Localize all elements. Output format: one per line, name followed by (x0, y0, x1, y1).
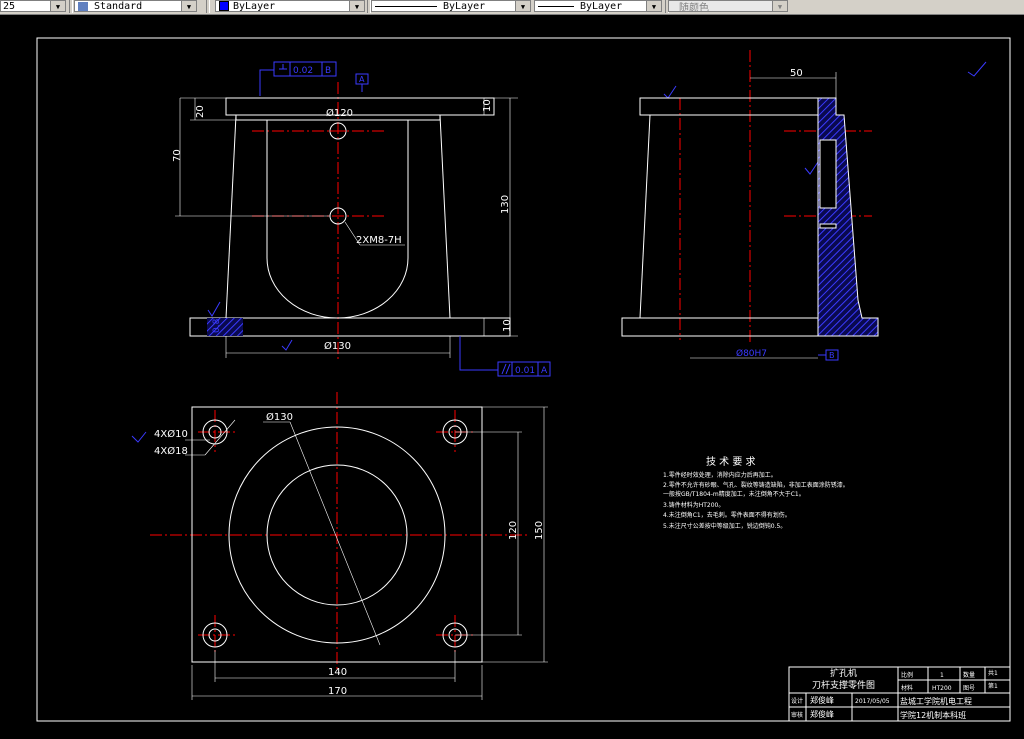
thread-note: 2XM8-7H (356, 235, 402, 246)
scale-value: 1 (940, 672, 944, 679)
roughness-symbol-icon (131, 431, 147, 443)
toolbar-separator (69, 0, 73, 13)
tech-req-line: 5.未注尺寸公差按中等级加工，锐边倒钝0.5。 (663, 522, 786, 530)
dim-bore: Ø80H7 (736, 348, 767, 359)
lineweight-dropdown[interactable]: ByLayer ▼ (534, 0, 662, 12)
front-view: 20 70 Ø120 10 130 2XM8-7H 10 Ø130 (172, 82, 518, 362)
roughness-symbol-icon (281, 339, 293, 351)
tol-parallel-datum: A (541, 366, 548, 376)
linetype-dropdown[interactable]: ByLayer ▼ (371, 0, 531, 12)
part-title-2: 刀杆支撑零件图 (812, 679, 875, 691)
datum-a-label: A (359, 75, 365, 84)
dim-20: 20 (195, 105, 206, 118)
dim-10-top: 10 (482, 99, 493, 112)
technical-requirements: 技 术 要 求 1.零件经时效处理，消除内应力后再加工。 2.零件不允许有砂眼、… (663, 455, 849, 530)
hole-note-2: 4XØ18 (154, 445, 188, 457)
plan-dim-dia130: Ø130 (266, 411, 293, 423)
tech-req-title: 技 术 要 求 (706, 455, 756, 468)
part-title-1: 扩孔机 (830, 667, 857, 679)
color-dropdown[interactable]: ByLayer ▼ (215, 0, 365, 12)
side-view: 50 Ø80H7 B (621, 50, 879, 361)
school-2: 学院12机制本科班 (900, 710, 966, 720)
lineweight-sample-icon (538, 5, 574, 7)
drawing-canvas[interactable]: 20 70 Ø120 10 130 2XM8-7H 10 Ø130 0.02 B… (0, 14, 1024, 739)
roughness-symbol-icon (804, 161, 819, 175)
lineweight-value: ByLayer (580, 0, 623, 12)
drawing-no-label: 图号 (963, 685, 975, 692)
hole-note-1: 4XØ10 (154, 428, 188, 440)
qty-label: 数量 (963, 671, 975, 679)
date: 2017/05/05 (855, 698, 890, 705)
chevron-down-icon[interactable]: ▼ (646, 1, 661, 11)
designer-name: 郑俊峰 (810, 695, 834, 705)
color-value: ByLayer (233, 0, 276, 12)
scale-label: 比例 (901, 671, 913, 679)
roughness-symbol-icon (967, 61, 987, 77)
tech-req-line: 3.铸件材料为HT200。 (663, 501, 724, 509)
dim-10-bottom: 10 (502, 319, 513, 332)
plan-view: 4XØ10 4XØ18 Ø130 120 150 140 170 (131, 392, 548, 700)
material-value: HT200 (932, 685, 952, 692)
text-style-value: 25 (3, 0, 16, 12)
roughness-symbol-icon (207, 301, 221, 317)
tol-parallel-value: 0.01 (515, 366, 535, 376)
plot-style-dropdown[interactable]: 随颜色 ▼ (668, 0, 788, 12)
dim-130-right: 130 (500, 195, 511, 214)
dim-dia120: Ø120 (326, 107, 353, 119)
material-label: 材料 (901, 684, 913, 692)
plot-style-value: 随颜色 (679, 2, 709, 12)
tech-req-line: 一般按GB/T1804-m精度加工，未注倒角不大于C1。 (663, 490, 805, 498)
section-hatch (817, 97, 879, 337)
dim-dia130: Ø130 (324, 340, 351, 352)
dim-style-value: Standard (94, 0, 143, 12)
dim-150: 150 (534, 521, 545, 540)
tech-req-line: 2.零件不允许有砂眼、气孔、裂纹等铸造缺陷，非加工表面涂防锈漆。 (663, 481, 849, 489)
dim-50: 50 (790, 68, 803, 79)
tech-req-line: 4.未注倒角C1，去毛刺。零件表面不得有划伤。 (663, 511, 791, 519)
sheet-no: 第1 (988, 682, 998, 690)
chevron-down-icon[interactable]: ▼ (515, 1, 530, 11)
properties-toolbar: 25 ▼ Standard ▼ ByLayer ▼ ByLayer ▼ ByLa… (0, 0, 1024, 15)
dim-170: 170 (328, 686, 347, 697)
dimension-style-icon (78, 1, 88, 11)
dim-140: 140 (328, 667, 347, 678)
tol-flat-value: 0.02 (293, 66, 313, 76)
linetype-sample-icon (375, 5, 437, 7)
dim-120: 120 (508, 521, 519, 540)
checker-name: 郑俊峰 (810, 709, 834, 719)
roughness-symbol-icon (663, 85, 677, 99)
chevron-down-icon[interactable]: ▼ (50, 1, 65, 11)
toolbar-separator (206, 0, 210, 13)
dim-70: 70 (172, 149, 183, 162)
chevron-down-icon[interactable]: ▼ (181, 1, 196, 11)
checker-label: 审核 (791, 711, 803, 719)
title-block: 扩孔机 刀杆支撑零件图 比例 1 数量 共1 材料 HT200 图号 第1 设计… (788, 666, 1011, 722)
linetype-value: ByLayer (443, 0, 486, 12)
roughness-left: 0.8 (212, 318, 222, 333)
dim-style-dropdown[interactable]: Standard ▼ (74, 0, 197, 12)
designer-label: 设计 (791, 697, 803, 705)
chevron-down-icon[interactable]: ▼ (772, 1, 787, 11)
text-style-dropdown[interactable]: 25 ▼ (0, 0, 66, 12)
chevron-down-icon[interactable]: ▼ (349, 1, 364, 11)
sheet-border (36, 37, 1011, 722)
sheet-total: 共1 (988, 669, 998, 677)
color-swatch-icon (219, 1, 229, 11)
tech-req-line: 1.零件经时效处理，消除内应力后再加工。 (663, 471, 777, 479)
tol-flat-datum: B (325, 66, 331, 76)
school-1: 盐城工学院机电工程 (900, 696, 972, 706)
datum-b-label: B (829, 351, 835, 360)
